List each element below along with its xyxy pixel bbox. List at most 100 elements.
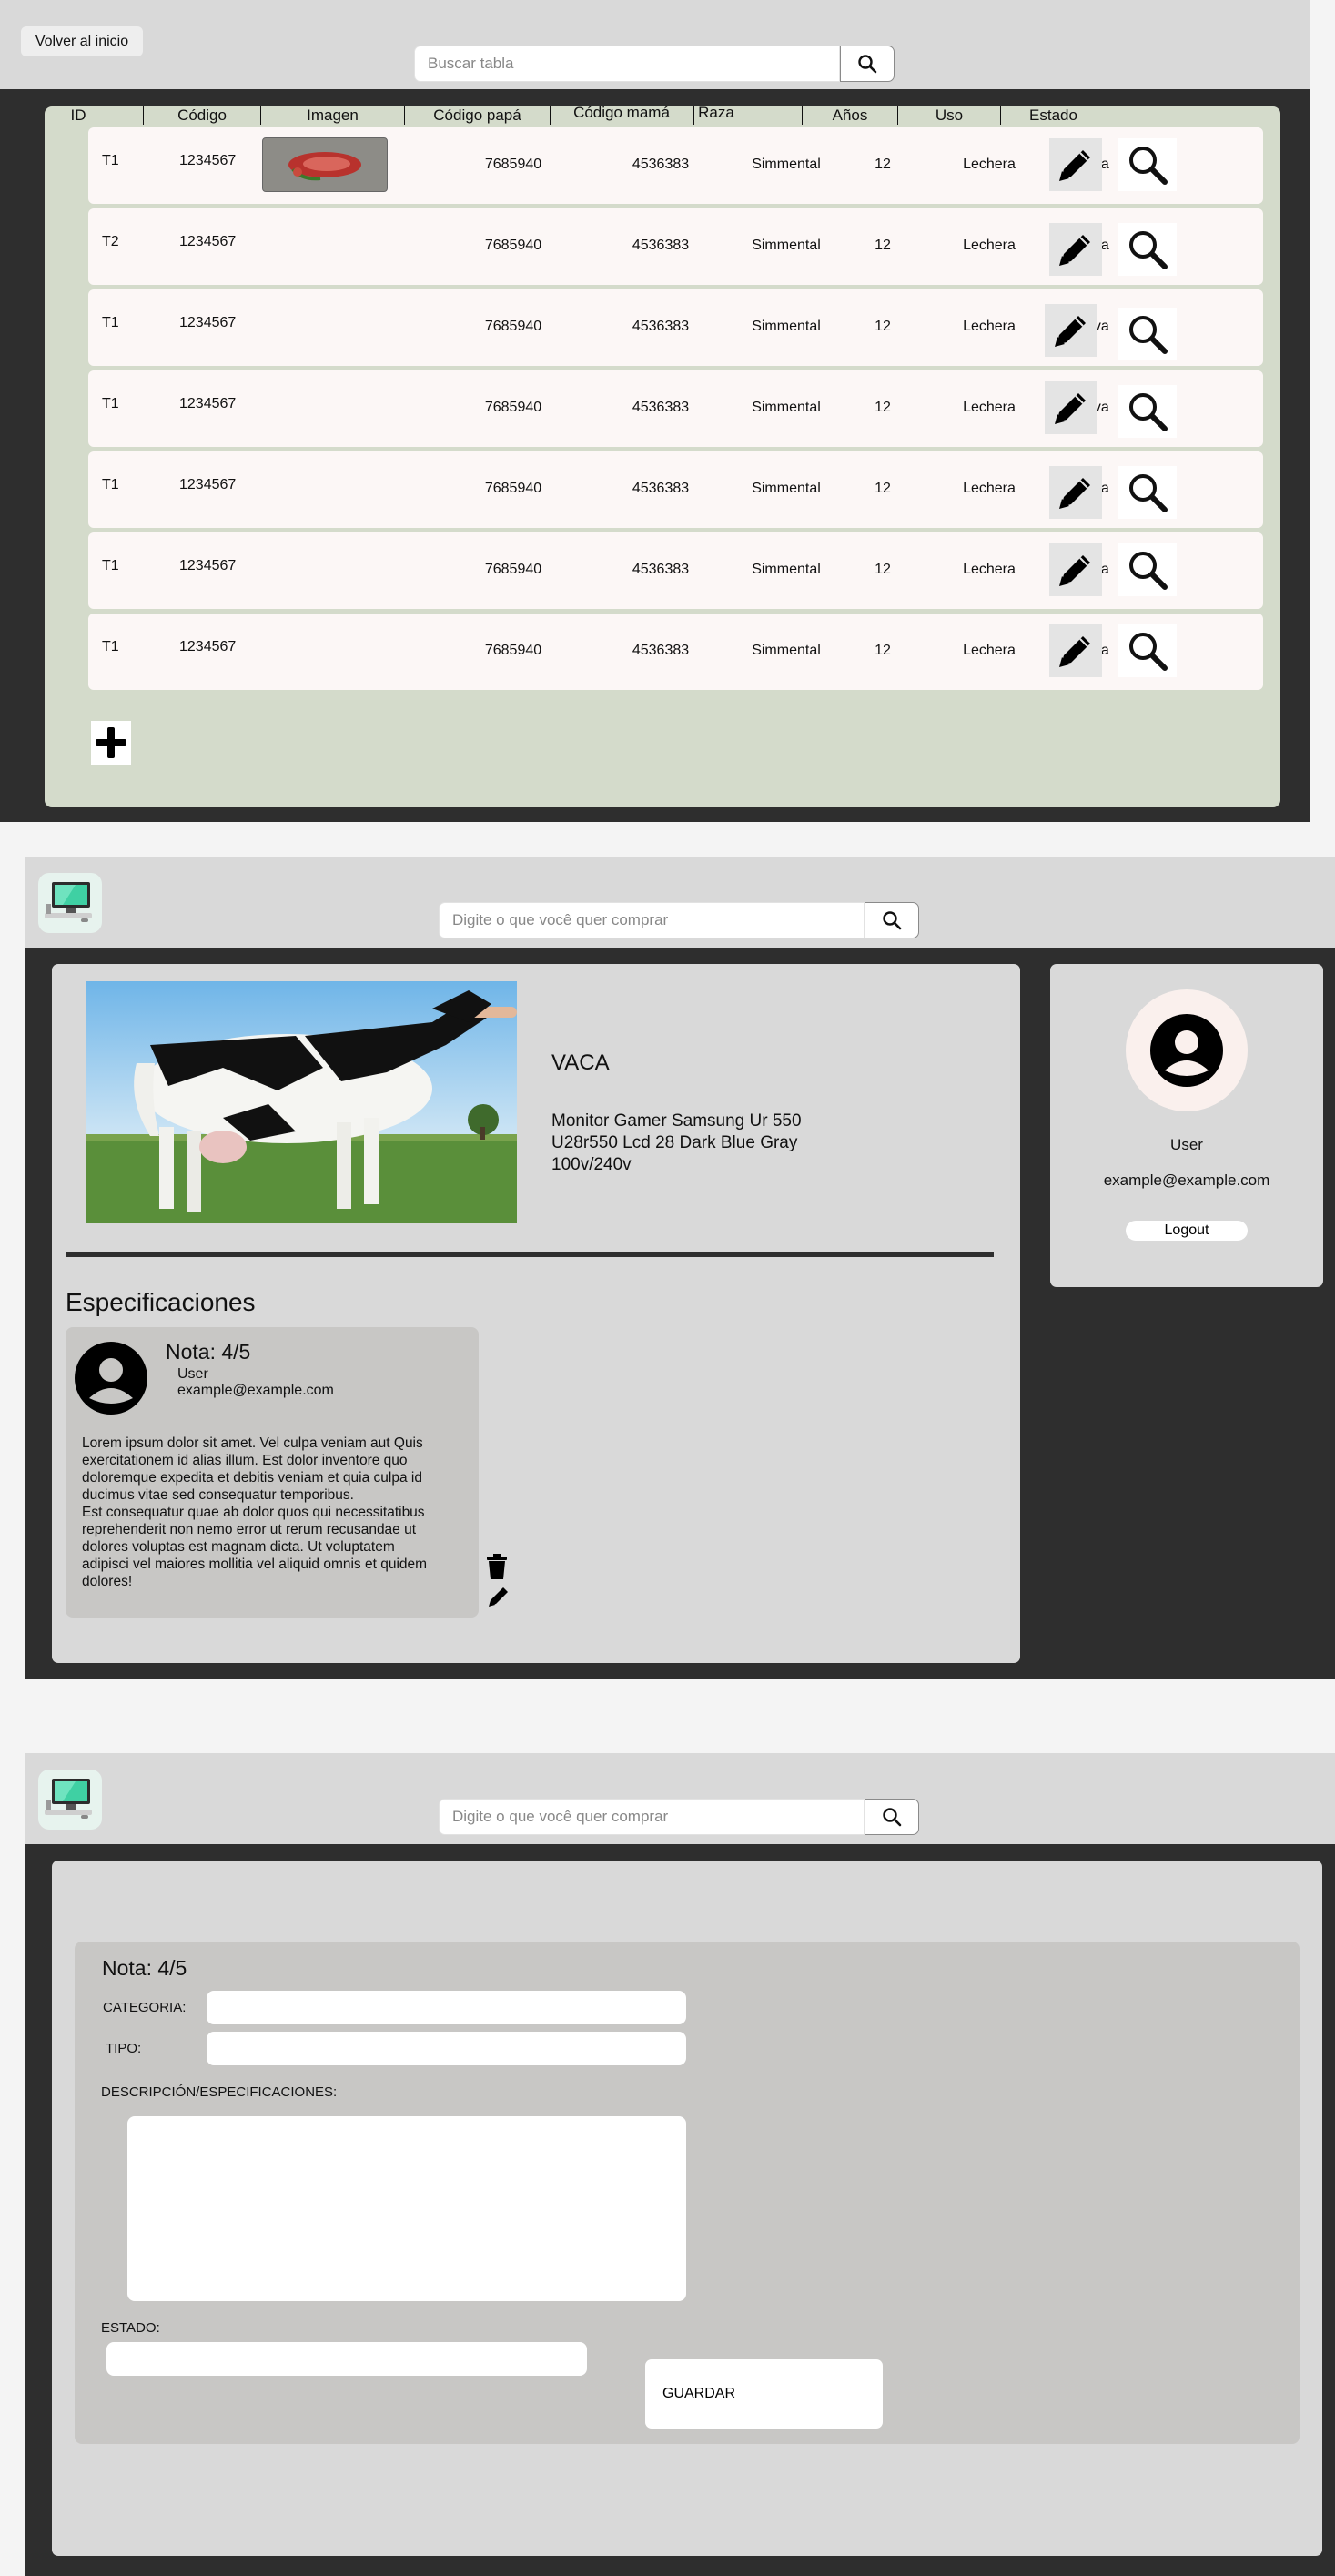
cell-anos: 12: [875, 481, 891, 496]
pencil-icon: [1059, 636, 1090, 667]
cell-anos: 12: [875, 319, 891, 334]
cell-codigo: 1234567: [179, 234, 237, 249]
cell-codigo: 1234567: [179, 153, 237, 168]
cell-uso: Lechera: [963, 562, 1016, 577]
table-row[interactable]: T1 1234567 7685940 4536383 Simmental 12 Lecher…: [88, 370, 1263, 447]
product-image: [86, 981, 517, 1223]
edit-review-button[interactable]: [487, 1585, 511, 1613]
form-search-input[interactable]: Digite o que você quer comprar: [439, 1799, 865, 1835]
view-row-button[interactable]: [1118, 223, 1177, 276]
app-logo[interactable]: [38, 1770, 102, 1830]
magnifier-icon: [1129, 316, 1168, 354]
cell-uso: Lechera: [963, 400, 1016, 415]
sidebar-email: example@example.com: [1103, 1171, 1270, 1189]
cell-papa: 7685940: [484, 562, 542, 577]
table-row[interactable]: T1 1234567 7685940 4536383 Simmental 12 Lecher…: [88, 289, 1263, 366]
pencil-icon: [489, 1587, 508, 1607]
detail-search-button[interactable]: [865, 902, 919, 938]
magnifier-icon: [1129, 552, 1168, 590]
cell-papa: 7685940: [484, 481, 542, 496]
col-imagen: Imagen: [307, 106, 359, 124]
form-main-panel: Nota: 4/5 CATEGORIA: TIPO: DESCRIPCIÓN/E…: [52, 1861, 1322, 2556]
detail-search-input[interactable]: Digite o que você quer comprar: [439, 902, 865, 938]
review-user: User: [177, 1366, 208, 1382]
back-home-button[interactable]: Volver al inicio: [21, 26, 143, 56]
edit-row-button[interactable]: [1049, 223, 1102, 276]
review-body-line: dolores!: [82, 1574, 133, 1589]
cell-id: T1: [102, 639, 119, 654]
specs-heading: Especificaciones: [66, 1288, 256, 1316]
view-row-button[interactable]: [1118, 543, 1177, 596]
cell-id: T2: [102, 234, 119, 249]
product-detail-panel: VACA Monitor Gamer Samsung Ur 550 U28r55…: [52, 964, 1020, 1663]
tipo-input[interactable]: [207, 2032, 686, 2065]
edit-row-button[interactable]: [1049, 466, 1102, 519]
review-form: Nota: 4/5 CATEGORIA: TIPO: DESCRIPCIÓN/E…: [75, 1942, 1300, 2444]
view-row-button[interactable]: [1118, 138, 1177, 191]
delete-review-button[interactable]: [487, 1554, 507, 1584]
review-rating: Nota: 4/5: [166, 1340, 251, 1364]
view-row-button[interactable]: [1118, 624, 1177, 677]
app-logo[interactable]: [38, 873, 102, 933]
pencil-icon: [1055, 316, 1086, 347]
table-row[interactable]: T1 1234567 7685940 4536383 Simmental 12 Lecher…: [88, 127, 1263, 204]
estado-input[interactable]: [106, 2342, 587, 2376]
trash-icon: [487, 1554, 507, 1579]
review-card: Nota: 4/5 User example@example.com Lorem…: [66, 1327, 479, 1618]
form-rating: Nota: 4/5: [102, 1956, 187, 1980]
cell-raza: Simmental: [752, 481, 821, 496]
edit-row-button[interactable]: [1045, 304, 1097, 357]
tipo-label: TIPO:: [106, 2041, 142, 2056]
edit-row-button[interactable]: [1045, 381, 1097, 434]
computer-logo-icon: [45, 882, 92, 922]
table-row[interactable]: T1 1234567 7685940 4536383 Simmental 12 Lecher…: [88, 532, 1263, 609]
review-body-line: dolores voluptas est magnam dicta. Ut vo…: [82, 1539, 395, 1555]
cell-raza: Simmental: [752, 157, 821, 172]
pencil-icon: [1055, 393, 1086, 424]
table-row[interactable]: T1 1234567 7685940 4536383 Simmental 12 Lecher…: [88, 614, 1263, 690]
cell-raza: Simmental: [752, 400, 821, 415]
view-row-button[interactable]: [1118, 308, 1177, 360]
cell-mama: 4536383: [632, 562, 690, 577]
cell-papa: 7685940: [484, 157, 542, 172]
table-row[interactable]: T1 1234567 7685940 4536383 Simmental 12 Lecher…: [88, 451, 1263, 528]
col-codigo-mama: Código mamá: [573, 104, 670, 121]
logout-button[interactable]: Logout: [1126, 1221, 1248, 1241]
pencil-icon: [1059, 235, 1090, 266]
cell-codigo: 1234567: [179, 558, 237, 573]
search-icon: [883, 911, 902, 930]
edit-row-button[interactable]: [1049, 543, 1102, 596]
categoria-input[interactable]: [207, 1991, 686, 2024]
table-search-button[interactable]: [840, 46, 895, 82]
cell-mama: 4536383: [632, 481, 690, 496]
cell-codigo: 1234567: [179, 396, 237, 411]
product-desc-line1: Monitor Gamer Samsung Ur 550: [551, 1111, 802, 1131]
cell-uso: Lechera: [963, 319, 1016, 334]
cell-mama: 4536383: [632, 157, 690, 172]
row-image-thumbnail[interactable]: [262, 137, 388, 192]
view-row-button[interactable]: [1118, 466, 1177, 519]
descripcion-textarea[interactable]: [127, 2116, 686, 2301]
cell-codigo: 1234567: [179, 639, 237, 654]
magnifier-icon: [1129, 474, 1168, 512]
review-form-page: Digite o que você quer comprar Nota: 4/5…: [25, 1753, 1335, 2576]
cell-anos: 12: [875, 643, 891, 658]
cell-anos: 12: [875, 400, 891, 415]
save-button[interactable]: GUARDAR: [645, 2359, 883, 2429]
col-id: ID: [70, 106, 86, 124]
add-row-button[interactable]: [91, 721, 131, 765]
review-body-line: reprehenderit non nemo error ut rerum re…: [82, 1522, 417, 1537]
edit-row-button[interactable]: [1049, 624, 1102, 677]
edit-row-button[interactable]: [1049, 138, 1102, 191]
pencil-icon: [1059, 555, 1090, 586]
form-search-button[interactable]: [865, 1799, 919, 1835]
user-avatar-icon: [1150, 1014, 1223, 1087]
cell-uso: Lechera: [963, 157, 1016, 172]
sidebar-avatar: [1126, 989, 1248, 1111]
table-search-input[interactable]: Buscar tabla: [414, 46, 840, 82]
cell-id: T1: [102, 477, 119, 492]
pencil-icon: [1059, 150, 1090, 181]
table-row[interactable]: T2 1234567 7685940 4536383 Simmental 12 Lecher…: [88, 208, 1263, 285]
view-row-button[interactable]: [1118, 385, 1177, 438]
review-body-line: exercitationem id alias illum. Est dolor…: [82, 1453, 408, 1468]
